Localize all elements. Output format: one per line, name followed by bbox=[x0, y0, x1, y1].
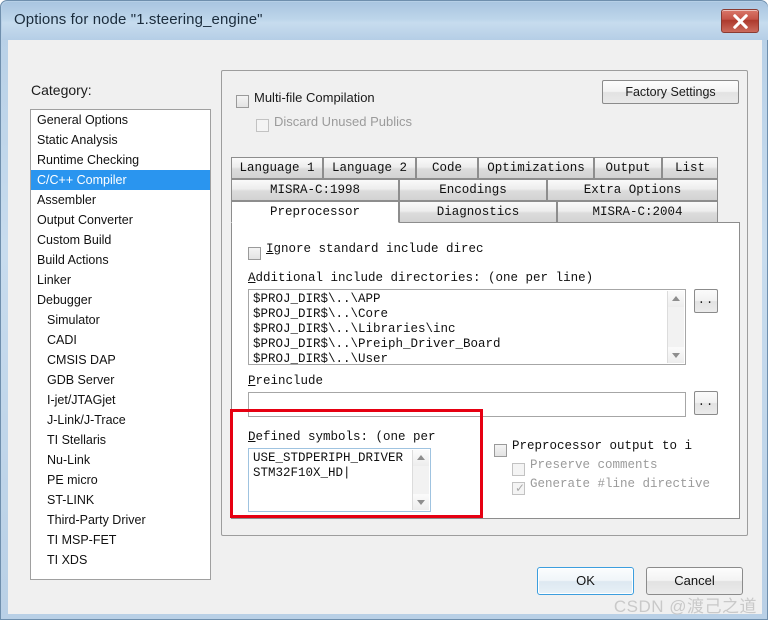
sidebar-item-general-options[interactable]: General Options bbox=[31, 110, 210, 130]
tab-row-2: MISRA-C:1998 Encodings Extra Options bbox=[231, 179, 740, 201]
watermark-text: CSDN @渡己之道 bbox=[613, 597, 757, 616]
options-dialog-window: Options for node "1.steering_engine" Cat… bbox=[0, 0, 768, 620]
preinclude-browse-button[interactable]: .. bbox=[694, 391, 718, 415]
scroll-down-icon[interactable] bbox=[413, 494, 429, 510]
sidebar-item-c-c-compiler[interactable]: C/C++ Compiler bbox=[31, 170, 210, 190]
compiler-tabstrip: Language 1 Language 2 Code Optimizations Out… bbox=[231, 157, 740, 223]
preserve-comments-label: Preserve comments bbox=[530, 458, 658, 472]
tab-preprocessor[interactable]: Preprocessor bbox=[231, 201, 399, 223]
sidebar-item-nu-link[interactable]: Nu-Link bbox=[31, 450, 210, 470]
sidebar-item-runtime-checking[interactable]: Runtime Checking bbox=[31, 150, 210, 170]
preinclude-label: Preinclude bbox=[248, 374, 323, 388]
preprocessor-output-checkbox[interactable] bbox=[494, 444, 507, 457]
defined-symbols-value: USE_STDPERIPH_DRIVER STM32F10X_HD| bbox=[253, 451, 404, 480]
tab-misra-c-1998[interactable]: MISRA-C:1998 bbox=[231, 179, 399, 201]
ignore-accel-char: I bbox=[266, 242, 274, 256]
defined-symbols-accel-char: D bbox=[248, 430, 256, 444]
tab-list[interactable]: List bbox=[662, 157, 718, 179]
preinclude-rest-text: reinclude bbox=[255, 374, 324, 388]
discard-unused-publics-checkbox bbox=[256, 119, 269, 132]
text-caret: | bbox=[343, 466, 351, 480]
additional-accel-char: A bbox=[248, 271, 256, 285]
sidebar-item-cmsis-dap[interactable]: CMSIS DAP bbox=[31, 350, 210, 370]
preinclude-input[interactable] bbox=[248, 392, 686, 417]
tab-row-3: Preprocessor Diagnostics MISRA-C:2004 bbox=[231, 201, 740, 223]
discard-unused-publics-label: Discard Unused Publics bbox=[274, 114, 413, 129]
cancel-button[interactable]: Cancel bbox=[646, 567, 743, 595]
include-dirs-scrollbar[interactable] bbox=[667, 291, 684, 363]
tab-misra-c-2004[interactable]: MISRA-C:2004 bbox=[557, 201, 718, 223]
sidebar-item-build-actions[interactable]: Build Actions bbox=[31, 250, 210, 270]
tab-encodings[interactable]: Encodings bbox=[399, 179, 547, 201]
additional-include-directories-value: $PROJ_DIR$\..\APP $PROJ_DIR$\..\Core $PR… bbox=[253, 292, 501, 366]
sidebar-item-static-analysis[interactable]: Static Analysis bbox=[31, 130, 210, 150]
sidebar-item-debugger[interactable]: Debugger bbox=[31, 290, 210, 310]
category-label: Category: bbox=[31, 82, 92, 98]
window-title: Options for node "1.steering_engine" bbox=[14, 11, 263, 28]
generate-line-directives-label: Generate #line directive bbox=[530, 477, 711, 491]
additional-include-directories-textarea[interactable]: $PROJ_DIR$\..\APP $PROJ_DIR$\..\Core $PR… bbox=[248, 289, 686, 366]
sidebar-item-assembler[interactable]: Assembler bbox=[31, 190, 210, 210]
sidebar-item-ti-stellaris[interactable]: TI Stellaris bbox=[31, 430, 210, 450]
tab-language-1[interactable]: Language 1 bbox=[231, 157, 323, 179]
sidebar-item-pe-micro[interactable]: PE micro bbox=[31, 470, 210, 490]
sidebar-item-gdb-server[interactable]: GDB Server bbox=[31, 370, 210, 390]
tab-code[interactable]: Code bbox=[416, 157, 478, 179]
factory-settings-button[interactable]: Factory Settings bbox=[602, 80, 739, 104]
close-icon[interactable] bbox=[721, 9, 759, 33]
defined-symbols-label: Defined symbols: (one per bbox=[248, 430, 436, 444]
scroll-up-icon[interactable] bbox=[668, 291, 684, 307]
ignore-rest-text: gnore standard include direc bbox=[273, 242, 484, 256]
defined-symbols-scrollbar[interactable] bbox=[412, 450, 429, 510]
scroll-down-icon[interactable] bbox=[668, 347, 684, 363]
preprocessor-output-label: Preprocessor output to i bbox=[512, 439, 693, 453]
sidebar-item-linker[interactable]: Linker bbox=[31, 270, 210, 290]
tab-output[interactable]: Output bbox=[594, 157, 662, 179]
generate-line-directives-checkbox: ✓ bbox=[512, 482, 525, 495]
sidebar-item-third-party-driver[interactable]: Third-Party Driver bbox=[31, 510, 210, 530]
checkmark-icon: ✓ bbox=[515, 481, 526, 495]
sidebar-item-custom-build[interactable]: Custom Build bbox=[31, 230, 210, 250]
title-bar: Options for node "1.steering_engine" bbox=[2, 2, 768, 40]
multi-file-compilation-checkbox[interactable] bbox=[236, 95, 249, 108]
preinclude-accel-char: P bbox=[248, 374, 256, 388]
scroll-up-icon[interactable] bbox=[413, 450, 429, 466]
ignore-standard-include-checkbox[interactable] bbox=[248, 247, 261, 260]
sidebar-item-output-converter[interactable]: Output Converter bbox=[31, 210, 210, 230]
ignore-standard-include-label: Ignore standard include direc bbox=[266, 242, 484, 256]
ellipsis-icon: .. bbox=[697, 293, 715, 307]
preprocessor-tabpage: Ignore standard include direc Additional… bbox=[231, 222, 740, 519]
sidebar-item-st-link[interactable]: ST-LINK bbox=[31, 490, 210, 510]
sidebar-item-i-jet-jtagjet[interactable]: I-jet/JTAGjet bbox=[31, 390, 210, 410]
tab-row-1: Language 1 Language 2 Code Optimizations Out… bbox=[231, 157, 740, 179]
tab-optimizations[interactable]: Optimizations bbox=[478, 157, 594, 179]
sidebar-item-ti-xds[interactable]: TI XDS bbox=[31, 550, 210, 570]
tab-language-2[interactable]: Language 2 bbox=[323, 157, 416, 179]
sidebar-item-ti-msp-fet[interactable]: TI MSP-FET bbox=[31, 530, 210, 550]
tab-diagnostics[interactable]: Diagnostics bbox=[399, 201, 557, 223]
settings-panel: Factory Settings Multi-file Compilation … bbox=[221, 70, 748, 536]
multi-file-compilation-label: Multi-file Compilation bbox=[254, 90, 375, 105]
sidebar-item-cadi[interactable]: CADI bbox=[31, 330, 210, 350]
defined-symbols-rest-text: efined symbols: (one per bbox=[255, 430, 436, 444]
defined-symbols-textarea[interactable]: USE_STDPERIPH_DRIVER STM32F10X_HD| bbox=[248, 448, 431, 512]
tab-extra-options[interactable]: Extra Options bbox=[547, 179, 718, 201]
preserve-comments-checkbox bbox=[512, 463, 525, 476]
include-dirs-browse-button[interactable]: .. bbox=[694, 289, 718, 313]
additional-rest-text: dditional include directories: (one per … bbox=[255, 271, 594, 285]
sidebar-item-simulator[interactable]: Simulator bbox=[31, 310, 210, 330]
category-listbox[interactable]: General Options Static Analysis Runtime Ch… bbox=[30, 109, 211, 580]
ok-button[interactable]: OK bbox=[537, 567, 634, 595]
ellipsis-icon: .. bbox=[697, 395, 715, 409]
sidebar-item-j-link-j-trace[interactable]: J-Link/J-Trace bbox=[31, 410, 210, 430]
additional-include-label: Additional include directories: (one per… bbox=[248, 271, 593, 285]
